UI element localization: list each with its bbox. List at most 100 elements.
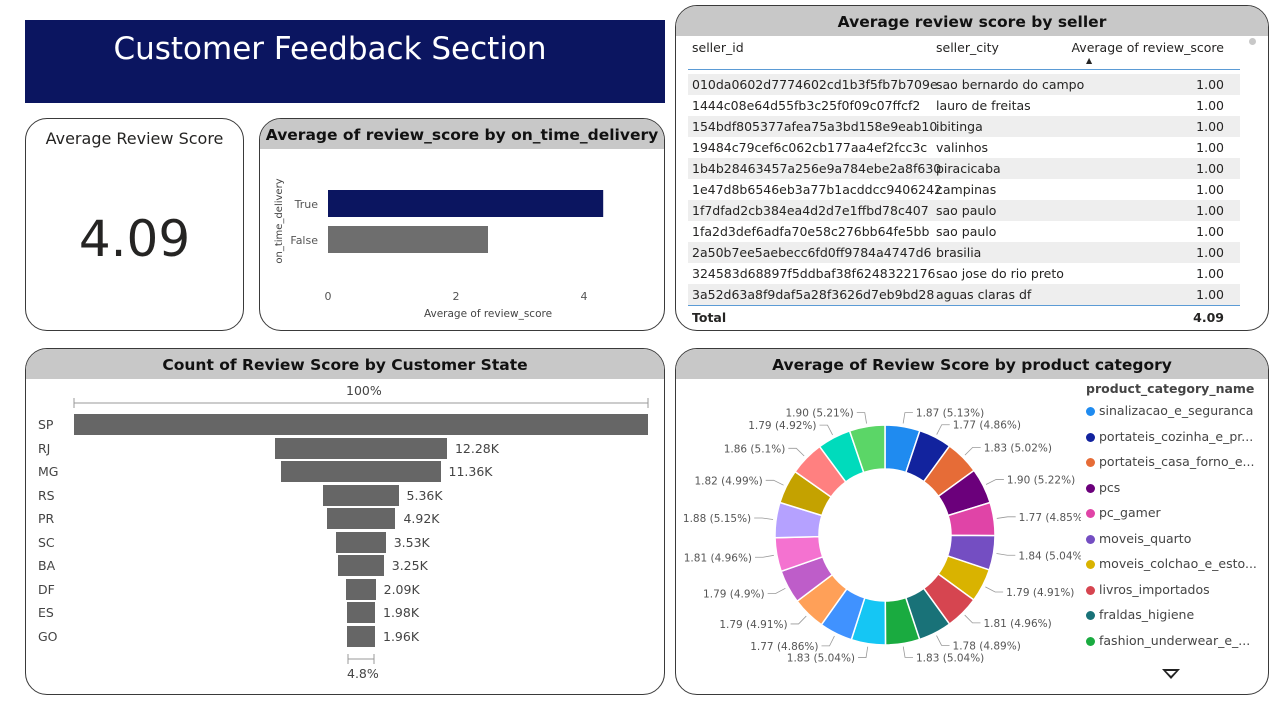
- delivery-chart-title: Average of review_score by on_time_deliv…: [260, 119, 664, 149]
- legend-dot-icon: [1086, 458, 1095, 467]
- cell-seller-city: valinhos: [936, 140, 989, 155]
- category-chart-title: Average of Review Score by product categ…: [676, 349, 1268, 379]
- table-row[interactable]: 3a52d63a8f9daf5a28f3626d7eb9bd28 aguas cl…: [688, 284, 1240, 305]
- funnel-bar-es[interactable]: [347, 602, 375, 623]
- cell-avg-review: 1.00: [1196, 203, 1224, 218]
- column-header-seller-city[interactable]: seller_city: [936, 40, 999, 55]
- legend-item[interactable]: fraldas_higiene: [1086, 607, 1194, 622]
- funnel-bar-rj[interactable]: [275, 437, 447, 459]
- legend-label: pc_gamer: [1099, 505, 1161, 520]
- legend-label: portateis_casa_forno_e...: [1099, 454, 1255, 469]
- cell-avg-review: 1.00: [1196, 287, 1224, 302]
- slice-data-label: 1.83 (5.02%): [984, 442, 1052, 454]
- funnel-bar-sp[interactable]: [74, 414, 648, 435]
- funnel-value-label: 1.98K: [383, 605, 420, 620]
- category-chart-card[interactable]: Average of Review Score by product categ…: [675, 348, 1269, 695]
- delivery-xlabel: Average of review_score: [424, 308, 552, 320]
- slice-data-label: 1.77 (4.86%): [953, 420, 1021, 432]
- funnel-bar-mg[interactable]: [281, 461, 441, 482]
- legend-dot-icon: [1086, 585, 1095, 595]
- sort-descending-icon: ▲: [1086, 56, 1093, 65]
- legend-label: moveis_colchao_e_esto...: [1099, 556, 1257, 571]
- state-chart-card[interactable]: Count of Review Score by Customer State …: [25, 348, 665, 695]
- leader-line: [790, 615, 807, 625]
- slice-data-label: 1.79 (4.9%): [703, 588, 765, 600]
- seller-table-card[interactable]: Average review score by seller seller_id…: [675, 5, 1269, 331]
- cell-seller-city: piracicaba: [936, 161, 1001, 176]
- cell-avg-review: 1.00: [1196, 224, 1224, 239]
- table-row[interactable]: 1e47d8b6546eb3a77b1acddcc9406242 campinas…: [688, 179, 1240, 200]
- total-label: Total: [692, 310, 727, 325]
- legend-item[interactable]: fashion_underwear_e_...: [1086, 633, 1250, 648]
- funnel-bar-go[interactable]: [347, 625, 375, 647]
- category-donut-chart[interactable]: 1.87 (5.13%)1.77 (4.86%) 1.83 (5.02%) 1.90…: [676, 381, 1081, 691]
- category-label-true: True: [294, 198, 319, 211]
- slice-data-label: 1.82 (4.99%): [694, 475, 762, 487]
- funnel-value-label: 11.36K: [448, 464, 493, 479]
- bar-false[interactable]: [328, 226, 488, 253]
- legend-item[interactable]: pcs: [1086, 480, 1120, 495]
- state-label: SP: [38, 417, 54, 432]
- table-row[interactable]: 1f7dfad2cb384ea4d2d7e1ffbd78c407 sao paul…: [688, 200, 1240, 221]
- column-header-seller-id[interactable]: seller_id: [692, 40, 744, 55]
- legend-label: livros_importados: [1099, 581, 1210, 597]
- table-row[interactable]: 010da0602d7774602cd1b3f5fb7b709e sao bern…: [688, 74, 1240, 95]
- delivery-bar-chart[interactable]: on_time_delivery Average of review_score…: [260, 149, 664, 329]
- state-label: SC: [38, 534, 55, 550]
- bar-true[interactable]: [328, 190, 604, 217]
- column-header-avg-review[interactable]: Average of review_score: [1071, 40, 1224, 55]
- legend-item[interactable]: moveis_quarto: [1086, 531, 1191, 546]
- funnel-bar-pr[interactable]: [326, 508, 396, 529]
- table-row[interactable]: 324583d68897f5ddbaf38f6248322176 sao jose…: [688, 263, 1240, 284]
- legend-item[interactable]: livros_importados: [1086, 582, 1210, 597]
- table-scrollbar[interactable]: [1249, 38, 1256, 45]
- cell-avg-review: 1.00: [1196, 140, 1224, 155]
- cell-avg-review: 1.00: [1196, 161, 1224, 176]
- slice-data-label: 1.83 (5.04%): [916, 652, 984, 664]
- cell-seller-city: ibitinga: [936, 119, 983, 134]
- cell-seller-id: 1f7dfad2cb384ea4d2d7e1ffbd78c407: [692, 203, 929, 218]
- slice-data-label: 1.81 (4.96%): [684, 552, 752, 564]
- kpi-card[interactable]: Average Review Score 4.09: [25, 118, 244, 331]
- slice-data-label: 1.90 (5.21%): [786, 408, 854, 420]
- cell-seller-city: sao jose do rio preto: [936, 266, 1064, 281]
- table-row[interactable]: 1fa2d3def6adfa70e58c276bb64fe5bb sao paul…: [688, 221, 1240, 242]
- slice-data-label: 1.87 (5.13%): [916, 408, 984, 420]
- funnel-bar-sc[interactable]: [336, 531, 386, 553]
- slice-data-label: 1.84 (5.04%): [1018, 550, 1081, 562]
- legend-label: moveis_quarto: [1099, 530, 1192, 546]
- cell-avg-review: 1.00: [1196, 77, 1224, 92]
- cell-avg-review: 1.00: [1196, 119, 1224, 134]
- table-row[interactable]: 1b4b28463457a256e9a784ebe2a8f630 piracica…: [688, 158, 1240, 179]
- x-tick-label: 0: [325, 290, 332, 303]
- cell-seller-id: 1fa2d3def6adfa70e58c276bb64fe5bb: [692, 224, 930, 239]
- funnel-bar-rs[interactable]: [323, 484, 399, 506]
- table-row[interactable]: 154bdf805377afea75a3bd158e9eab10 ibitinga…: [688, 116, 1240, 137]
- kpi-value: 4.09: [78, 210, 191, 268]
- funnel-bar-df[interactable]: [346, 578, 376, 600]
- funnel-bar-ba[interactable]: [338, 555, 384, 576]
- leader-line: [996, 516, 1016, 519]
- cell-seller-city: aguas claras df: [936, 287, 1032, 302]
- legend-item[interactable]: sinalizacao_e_seguranca: [1086, 403, 1253, 418]
- cell-avg-review: 1.00: [1196, 182, 1224, 197]
- legend-item[interactable]: pc_gamer: [1086, 505, 1161, 520]
- leader-line: [767, 587, 786, 594]
- triangle-down-icon-inner: [1166, 671, 1176, 676]
- legend-item[interactable]: portateis_casa_forno_e...: [1086, 454, 1254, 469]
- legend-dot-icon: [1086, 560, 1095, 569]
- seller-table[interactable]: seller_id seller_city Average of review_…: [688, 36, 1240, 330]
- table-row[interactable]: 19484c79cef6c062cb177aa4ef2fcc3c valinhos…: [688, 137, 1240, 158]
- legend-dot-icon: [1086, 611, 1095, 620]
- legend-dot-icon: [1086, 636, 1095, 646]
- table-row[interactable]: 1444c08e64d55fb3c25f0f09c07ffcf2 lauro de…: [688, 95, 1240, 116]
- leader-line: [964, 614, 981, 624]
- delivery-chart-card[interactable]: Average of review_score by on_time_deliv…: [259, 118, 665, 331]
- table-row[interactable]: 2a50b7ee5aebecc6fd0ff9784a4747d6 brasilia…: [688, 242, 1240, 263]
- slice-data-label: 1.90 (5.22%): [1007, 475, 1075, 487]
- legend-item[interactable]: portateis_cozinha_e_pr...: [1086, 429, 1253, 444]
- state-chart-title: Count of Review Score by Customer State: [26, 349, 664, 379]
- legend-item[interactable]: moveis_colchao_e_esto...: [1086, 556, 1257, 571]
- funnel-bottom-percentage: 4.8%: [347, 666, 379, 681]
- table-header: seller_id seller_city Average of review_…: [688, 36, 1240, 70]
